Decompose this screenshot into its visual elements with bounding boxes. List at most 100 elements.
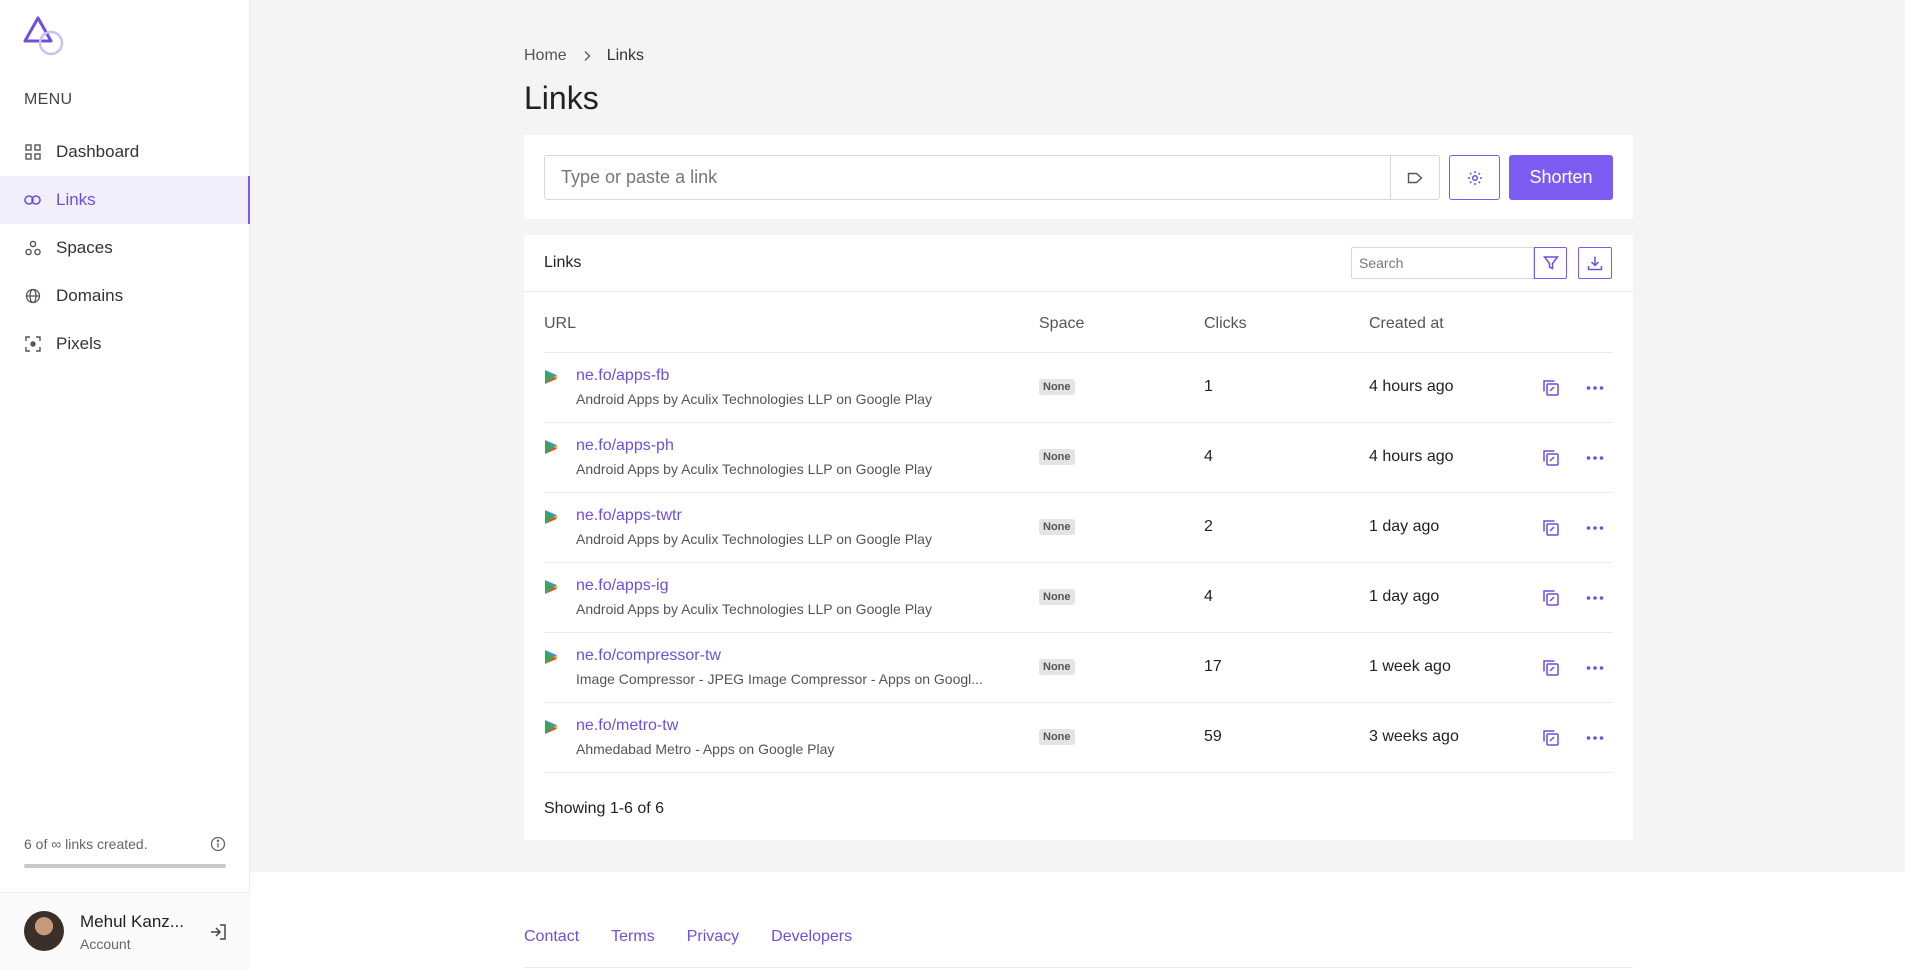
link-description: Android Apps by Aculix Technologies LLP …	[576, 461, 932, 477]
more-options-icon[interactable]	[1585, 659, 1605, 677]
sidebar-item-links[interactable]: Links	[0, 176, 250, 224]
more-options-icon[interactable]	[1585, 729, 1605, 747]
links-card-title: Links	[544, 254, 582, 271]
more-options-icon[interactable]	[1585, 589, 1605, 607]
column-header-url: URL	[544, 315, 577, 332]
link-description: Ahmedabad Metro - Apps on Google Play	[576, 741, 835, 757]
links-card-header: Links	[524, 235, 1633, 292]
table-row: ne.fo/apps-twtr Android Apps by Aculix T…	[544, 493, 1613, 563]
link-description: Image Compressor - JPEG Image Compressor…	[576, 671, 983, 687]
clicks-count: 17	[1204, 658, 1222, 675]
clicks-count: 1	[1204, 378, 1213, 395]
short-link[interactable]: ne.fo/metro-tw	[576, 717, 678, 735]
gear-icon	[1467, 170, 1482, 185]
clicks-count: 4	[1204, 588, 1213, 605]
clicks-count: 2	[1204, 518, 1213, 535]
sidebar-item-domains[interactable]: Domains	[0, 272, 250, 320]
created-at: 1 week ago	[1369, 658, 1451, 675]
filter-button[interactable]	[1534, 247, 1567, 279]
breadcrumb-current: Links	[606, 47, 645, 64]
created-at: 1 day ago	[1369, 588, 1440, 605]
info-icon[interactable]	[210, 836, 226, 852]
more-options-icon[interactable]	[1585, 379, 1605, 397]
sidebar-item-spaces[interactable]: Spaces	[0, 224, 250, 272]
shorten-button[interactable]: Shorten	[1509, 155, 1613, 200]
footer-links: Contact Terms Privacy Developers	[524, 928, 884, 946]
logout-icon[interactable]	[208, 922, 228, 942]
usage-text: 6 of ∞ links created.	[24, 836, 148, 852]
sidebar-item-label: Dashboard	[56, 142, 140, 161]
sidebar-item-dashboard[interactable]: Dashboard	[0, 128, 250, 176]
copy-icon[interactable]	[1542, 519, 1560, 537]
tag-button[interactable]	[1390, 155, 1440, 200]
google-play-icon	[545, 370, 557, 384]
space-badge: None	[1039, 589, 1075, 605]
column-header-space: Space	[1039, 315, 1085, 332]
link-icon	[24, 192, 41, 209]
space-badge: None	[1039, 379, 1075, 395]
short-link[interactable]: ne.fo/apps-ph	[576, 437, 674, 455]
google-play-icon	[545, 580, 557, 594]
short-link[interactable]: ne.fo/compressor-tw	[576, 647, 721, 665]
sidebar-item-label: Links	[56, 190, 96, 209]
space-badge: None	[1039, 729, 1075, 745]
more-options-icon[interactable]	[1585, 449, 1605, 467]
sidebar-item-pixels[interactable]: Pixels	[0, 320, 250, 368]
copy-icon[interactable]	[1542, 729, 1560, 747]
download-button[interactable]	[1578, 247, 1612, 279]
column-header-created: Created at	[1369, 315, 1444, 332]
short-link[interactable]: ne.fo/apps-fb	[576, 367, 669, 385]
footer-divider	[524, 967, 1633, 968]
sidebar-item-label: Domains	[56, 286, 124, 305]
footer-link-developers[interactable]: Developers	[771, 928, 852, 946]
table-header: URL Space Clicks Created at	[544, 315, 1613, 353]
shorten-card: Shorten	[524, 135, 1633, 219]
copy-icon[interactable]	[1542, 589, 1560, 607]
link-description: Android Apps by Aculix Technologies LLP …	[576, 531, 932, 547]
footer-link-contact[interactable]: Contact	[524, 928, 579, 946]
grid-icon	[24, 144, 41, 161]
sidebar: MENU Dashboard Links Spaces Domains Pixe…	[0, 0, 250, 969]
table-row: ne.fo/apps-ph Android Apps by Aculix Tec…	[544, 423, 1613, 493]
sidebar-nav: Dashboard Links Spaces Domains Pixels	[0, 128, 250, 368]
link-description: Android Apps by Aculix Technologies LLP …	[576, 391, 932, 407]
chevron-right-icon	[584, 50, 591, 62]
link-description: Android Apps by Aculix Technologies LLP …	[576, 601, 932, 617]
footer: Contact Terms Privacy Developers	[250, 872, 1905, 969]
breadcrumb-home[interactable]: Home	[524, 47, 567, 65]
google-play-icon	[545, 510, 557, 524]
copy-icon[interactable]	[1542, 379, 1560, 397]
page-title: Links	[524, 80, 599, 116]
search-input[interactable]	[1351, 247, 1534, 279]
sidebar-item-label: Pixels	[56, 334, 102, 353]
menu-title: MENU	[24, 91, 73, 108]
created-at: 3 weeks ago	[1369, 728, 1459, 745]
pixel-icon	[24, 336, 41, 353]
google-play-icon	[545, 440, 557, 454]
usage-progress	[24, 864, 226, 868]
short-link[interactable]: ne.fo/apps-ig	[576, 577, 669, 595]
more-options-icon[interactable]	[1585, 519, 1605, 537]
table-row: ne.fo/apps-ig Android Apps by Aculix Tec…	[544, 563, 1613, 633]
globe-icon	[24, 288, 41, 305]
short-link[interactable]: ne.fo/apps-twtr	[576, 507, 682, 525]
created-at: 4 hours ago	[1369, 378, 1454, 395]
avatar[interactable]	[24, 911, 64, 951]
logo-icon[interactable]	[22, 14, 66, 58]
google-play-icon	[545, 720, 557, 734]
user-name: Mehul Kanz...	[80, 912, 184, 931]
tag-icon	[1407, 172, 1423, 183]
breadcrumb: Home Links	[524, 47, 644, 65]
user-account-label[interactable]: Account	[80, 936, 131, 952]
clicks-count: 59	[1204, 728, 1222, 745]
copy-icon[interactable]	[1542, 449, 1560, 467]
user-panel: Mehul Kanz... Account	[0, 892, 250, 969]
footer-link-terms[interactable]: Terms	[611, 928, 655, 946]
clicks-count: 4	[1204, 448, 1213, 465]
footer-link-privacy[interactable]: Privacy	[687, 928, 739, 946]
links-table: ne.fo/apps-fb Android Apps by Aculix Tec…	[544, 353, 1613, 773]
settings-button[interactable]	[1449, 155, 1500, 200]
link-input[interactable]	[544, 155, 1390, 200]
copy-icon[interactable]	[1542, 659, 1560, 677]
space-badge: None	[1039, 519, 1075, 535]
